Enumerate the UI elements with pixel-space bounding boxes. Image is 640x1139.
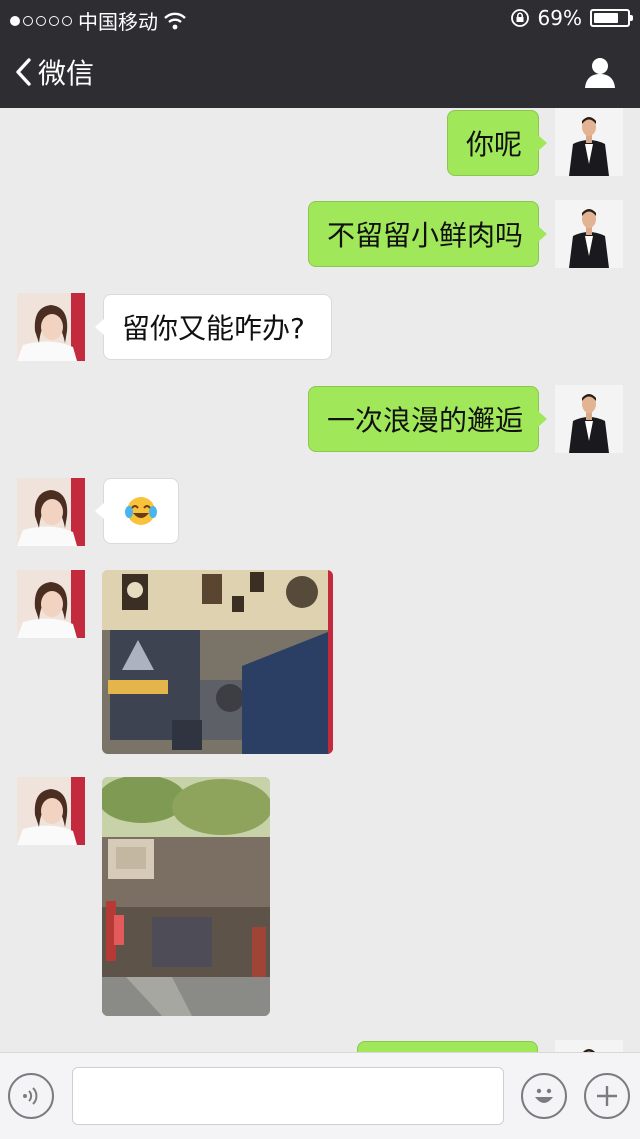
input-bar [0, 1052, 640, 1139]
image-message[interactable] [102, 570, 333, 754]
avatar[interactable] [17, 570, 85, 638]
her-avatar-image [17, 478, 85, 546]
nav-bar: 微信 [0, 36, 640, 108]
wifi-icon [164, 12, 186, 29]
image-message[interactable] [102, 777, 270, 1016]
battery-icon [590, 9, 633, 27]
battery-percent: 69% [537, 6, 582, 30]
more-button[interactable] [584, 1073, 630, 1119]
avatar[interactable] [555, 385, 623, 453]
rotation-lock-icon [510, 9, 529, 27]
voice-icon [23, 1087, 38, 1105]
avatar[interactable] [555, 1040, 623, 1052]
carrier-name: 中国移动 [78, 10, 158, 34]
back-button[interactable]: 微信 [14, 52, 94, 92]
avatar[interactable] [17, 293, 85, 361]
her-avatar-image [17, 777, 85, 845]
plus-icon [597, 1086, 617, 1106]
avatar[interactable] [17, 478, 85, 546]
message-text: 不留留小鲜肉吗 [327, 219, 524, 252]
status-left: 中国移动 [10, 6, 186, 35]
message-input[interactable] [72, 1067, 504, 1125]
my-avatar-image [555, 1040, 623, 1052]
status-right: 69% [510, 6, 633, 30]
avatar[interactable] [555, 108, 623, 176]
back-label: 微信 [38, 57, 95, 90]
laughing-crying-emoji-icon [125, 497, 157, 525]
signal-icon [10, 15, 72, 26]
her-avatar-image [17, 570, 85, 638]
status-bar: 中国移动 69% [0, 0, 640, 36]
my-avatar-image [555, 200, 623, 268]
message-bubble-received[interactable]: 😂 [95, 478, 179, 544]
chat-area[interactable]: 你呢 不留留小鲜肉吗 留你又能咋办? 一次浪漫的邂逅 [0, 108, 640, 1052]
my-avatar-image [555, 108, 623, 176]
message-bubble-sent[interactable]: 不留留小鲜肉吗 [308, 201, 547, 267]
message-bubble-sent[interactable]: 一次浪漫的邂逅 [308, 386, 547, 452]
smiley-icon [535, 1088, 553, 1103]
her-avatar-image [17, 293, 85, 361]
message-bubble-received[interactable]: 留你又能咋办? [95, 294, 332, 360]
message-text: 留你又能咋办? [122, 312, 305, 345]
photo-street-scene [102, 777, 270, 1016]
message-text: 一次浪漫的邂逅 [327, 404, 524, 437]
voice-button[interactable] [8, 1073, 54, 1119]
message-bubble-sent[interactable] [357, 1041, 538, 1052]
my-avatar-image [555, 385, 623, 453]
photo-antique-room [102, 570, 333, 754]
avatar[interactable] [555, 200, 623, 268]
message-text: 你呢 [466, 128, 523, 161]
message-bubble-sent[interactable]: 你呢 [447, 110, 547, 176]
contact-info-icon[interactable] [582, 54, 618, 90]
chevron-left-icon [16, 58, 31, 86]
avatar[interactable] [17, 777, 85, 845]
emoji-button[interactable] [521, 1073, 567, 1119]
